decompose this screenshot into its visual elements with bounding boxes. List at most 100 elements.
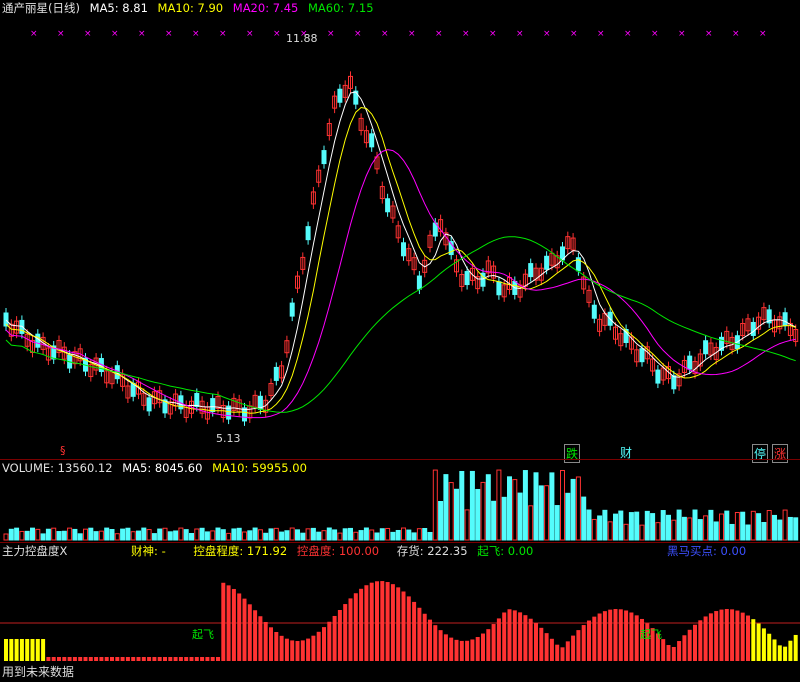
indicator-bar (724, 609, 729, 661)
volume-bar (194, 528, 200, 541)
indicator-bar (406, 596, 411, 661)
volume-bar (141, 527, 147, 541)
volume-bar (411, 532, 417, 541)
indicator-bar (269, 627, 273, 661)
candle-body (35, 333, 41, 348)
candle-body (337, 88, 343, 103)
indicator-bar (671, 646, 676, 661)
volume-bar (692, 509, 698, 541)
volume-bar (326, 527, 332, 541)
volume-bar (618, 510, 624, 541)
candle-body (321, 150, 327, 165)
indicator-bar (412, 601, 417, 661)
signal-x-mark: × (30, 29, 38, 39)
volume-chart[interactable] (0, 460, 800, 542)
volume-bar (512, 479, 518, 541)
indicator-bar (491, 624, 496, 661)
price-pane[interactable]: 通产丽星(日线) MA5: 8.81 MA10: 7.90 MA20: 7.45… (0, 0, 800, 463)
indicator-bar (226, 585, 231, 661)
candle-body (496, 281, 502, 296)
indicator-bar (528, 618, 533, 661)
candle-body (305, 226, 311, 241)
volume-bar (522, 470, 528, 541)
volume-bar (242, 531, 247, 541)
volume-bar (19, 530, 25, 541)
indicator-bar (751, 619, 756, 661)
indicator-bar (136, 657, 141, 661)
indicator-bar (279, 635, 284, 661)
volume-bar (666, 514, 671, 541)
signal-x-mark: × (246, 29, 254, 39)
volume-bar (581, 496, 587, 541)
volume-bar (443, 474, 449, 541)
indicator-bar (163, 657, 167, 661)
indicator-bar (433, 625, 438, 661)
indicator-bar (184, 657, 189, 661)
indicator-bar (560, 647, 565, 661)
volume-bar (130, 531, 136, 541)
volume-bar (61, 530, 67, 541)
volume-bar (83, 528, 88, 541)
indicator-bar (284, 638, 289, 661)
volume-bar (703, 515, 709, 541)
candle-body (639, 348, 645, 363)
indicator-bar (14, 639, 19, 661)
indicator-bar (152, 657, 157, 661)
volume-bar (740, 511, 746, 541)
volume-bar (98, 530, 104, 541)
volume-bar (538, 485, 544, 541)
volume-bar (591, 518, 597, 541)
indicator-bar (698, 620, 703, 661)
volume-bar (183, 529, 189, 541)
volume-bar (597, 515, 603, 541)
volume-bar (14, 527, 20, 541)
indicator-pane[interactable]: 主力控盘度X 财神: - 控盘程度: 171.92 控盘度: 100.00 存货… (0, 543, 800, 682)
indicator-bar (746, 615, 750, 661)
indicator-bar (523, 615, 528, 661)
volume-bar (628, 512, 634, 541)
indicator-bar (62, 657, 67, 661)
volume-bar (644, 510, 650, 541)
indicator-bar (157, 657, 162, 661)
indicator-bar (693, 624, 697, 661)
volume-bar (210, 530, 216, 541)
volume-pane[interactable]: VOLUME: 13560.12 MA5: 8045.60 MA10: 5995… (0, 460, 800, 542)
indicator-bar (173, 657, 178, 661)
signal-x-mark: × (678, 29, 686, 39)
volume-bar (45, 528, 51, 541)
indicator-bar (322, 627, 326, 661)
indicator-bar (258, 616, 263, 661)
candle-body (146, 397, 152, 412)
indicator-bar (200, 657, 205, 661)
volume-bar (401, 527, 406, 541)
volume-bar (602, 509, 608, 541)
indicator-bar (544, 633, 549, 661)
indicator-bar (216, 657, 220, 661)
candle-body (401, 242, 406, 257)
candle-body (671, 375, 677, 390)
indicator-bar (661, 639, 666, 661)
indicator-chart[interactable] (0, 543, 800, 682)
volume-bar (772, 514, 777, 541)
indicator-bar (459, 640, 464, 661)
indicator-bar (470, 639, 475, 661)
indicator-bar (9, 639, 14, 661)
indicator-bar (761, 628, 766, 661)
indicator-bar (587, 620, 591, 661)
candle-body (289, 302, 295, 317)
signal-x-mark: × (516, 29, 524, 39)
volume-bar (151, 533, 157, 541)
volume-bar (613, 513, 618, 541)
volume-bar (650, 513, 656, 541)
candlestick-chart[interactable]: × × × × × × × × × × × × × × × × × × × × × × × × × × × × (0, 0, 800, 460)
volume-bar (257, 529, 263, 541)
volume-bar (273, 527, 279, 541)
indicator-bar (178, 657, 183, 661)
indicator-bar (242, 598, 247, 661)
signal-x-mark: × (462, 29, 470, 39)
candle-body (528, 263, 534, 278)
indicator-bar (359, 588, 364, 661)
volume-bar (8, 528, 14, 541)
indicator-bar (730, 609, 735, 661)
indicator-bar (624, 610, 629, 661)
